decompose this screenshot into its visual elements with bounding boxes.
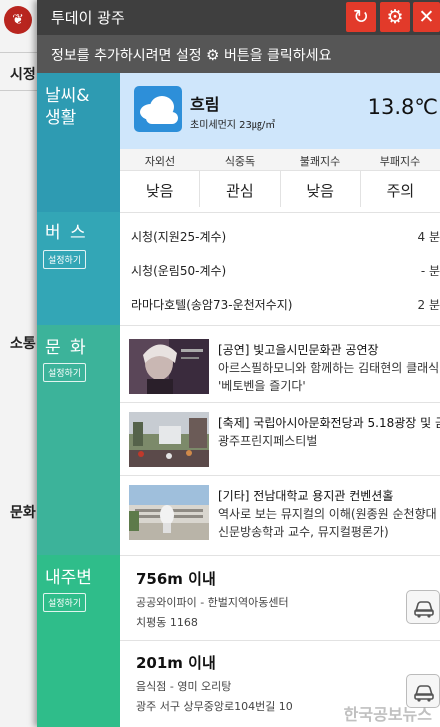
index-value: 주의 [386,182,415,200]
bg-menu-label: 시정 [10,67,36,83]
notice-text-suffix: 버튼을 클릭하세요 [223,48,332,64]
nearby-address: 치평동 1168 [136,616,198,629]
index-label: 식중독 [224,155,256,168]
culture-thumbnail [129,412,209,467]
nearby-address: 광주 서구 상무중앙로104번길 10 [136,700,293,713]
index-value: 관심 [200,171,281,207]
category-title: 날씨& 생활 [45,86,90,128]
bus-arrival-time: 2 분 [417,298,440,312]
notice-text-prefix: 정보를 추가하시려면 설정 [51,48,202,64]
bus-arrival-time: 4 분 [417,230,440,244]
index-label: 자외선 [144,155,176,168]
culture-text: [축제] 국립아시아문화전당과 5.18광장 및 금 광주프린지페스티벌 [218,414,440,450]
index-label: 불쾌지수 [299,155,341,168]
temperature: 13.8℃ [367,95,438,119]
divider [0,52,40,53]
nearby-place: 음식점 - 영미 오리탕 [136,680,232,693]
culture-desc: 역사로 보는 뮤지컬의 이해(원종원 순천향대 [218,507,437,521]
bus-section: 시청(지원25-계수) 4 분 시청(운림50-계수) - 분 라마다호텔(송암… [120,212,440,325]
culture-title: 전남대학교 용지관 컨벤션홀 [253,489,394,503]
divider [120,402,440,403]
culture-thumbnail [129,485,209,540]
app-logo-icon: ❦ [4,6,32,34]
culture-desc: 아르스필하모니와 함께하는 김태현의 클래식여행 [218,361,440,375]
close-button[interactable]: ✕ [413,2,440,32]
category-title: 내주변 [45,568,92,588]
category-bus: 버 스 설정하기 [37,212,120,325]
title-bar: 투데이 광주 ↻ ⚙ ✕ [37,0,440,35]
category-title: 버 스 [45,223,88,243]
culture-title: 국립아시아문화전당과 5.18광장 및 금 [253,416,440,430]
culture-tag: [공연] [218,343,250,357]
culture-section: [공연] 빛고을시민문화관 공연장 아르스필하모니와 함께하는 김태현의 클래식… [120,325,440,555]
bus-arrival-time: - 분 [420,264,440,278]
nearby-distance: 756m 이내 [136,570,216,588]
culture-desc: '베토벤을 즐기다' [218,379,306,393]
category-culture: 문 화 설정하기 [37,325,120,555]
culture-thumbnail [129,339,209,394]
bg-menu-label: 소통 [10,336,36,352]
fine-dust-value: 초미세먼지 23㎍/㎥ [190,120,276,131]
life-index-values: 낮음 관심 낮음 주의 [120,171,440,207]
life-index-header: 자외선 식중독 불쾌지수 부패지수 [120,149,440,171]
category-title: 문 화 [45,338,88,358]
refresh-button[interactable]: ↻ [346,2,376,32]
nearby-distance: 201m 이내 [136,654,216,672]
weather-summary: 흐림 초미세먼지 23㎍/㎥ 13.8℃ [120,73,440,149]
bus-route-row[interactable]: 시청(지원25-계수) 4 분 [120,219,440,253]
weather-section: 흐림 초미세먼지 23㎍/㎥ 13.8℃ 자외선 식중독 불쾌지수 부패지수 낮… [120,73,440,212]
culture-settings-button[interactable]: 설정하기 [43,363,87,382]
divider [120,475,440,476]
culture-item[interactable]: [공연] 빛고을시민문화관 공연장 아르스필하모니와 함께하는 김태현의 클래식… [120,339,440,409]
culture-item[interactable]: [기타] 전남대학교 용지관 컨벤션홀 역사로 보는 뮤지컬의 이해(원종원 순… [120,485,440,555]
cloudy-weather-icon [134,86,182,132]
index-value: 낮음 [120,171,201,207]
watermark: 한국공보뉴스 [343,705,432,724]
category-nearby: 내주변 설정하기 [37,555,120,727]
gear-icon: ⚙ [386,6,404,28]
today-gwangju-panel: 투데이 광주 ↻ ⚙ ✕ 정보를 추가하시려면 설정 ⚙ 버튼을 클릭하세요 날… [37,0,440,727]
divider [120,640,440,641]
bus-route-row[interactable]: 시청(운림50-계수) - 분 [120,253,440,287]
culture-tag: [기타] [218,489,250,503]
bg-menu-label: 문화 [10,505,36,521]
weather-condition: 흐림 [190,95,220,114]
divider [0,90,40,91]
gear-icon: ⚙ [206,46,220,64]
panel-title: 투데이 광주 [51,9,125,27]
settings-button[interactable]: ⚙ [380,2,410,32]
culture-text: [기타] 전남대학교 용지관 컨벤션홀 역사로 보는 뮤지컬의 이해(원종원 순… [218,487,440,541]
index-value: 낮음 [281,171,361,207]
car-icon [414,601,434,618]
bus-stop-name: 시청(운림50-계수) [131,264,227,278]
culture-tag: [축제] [218,416,250,430]
nearby-item[interactable]: 756m 이내 공공와이파이 - 한벌지역아동센터 치평동 1168 [120,568,440,658]
nearby-place: 공공와이파이 - 한벌지역아동센터 [136,596,289,609]
background-app: ❦ 시정 소통 문화 [0,0,40,727]
culture-desc: 신문방송학과 교수, 뮤지컬평론가) [218,525,389,539]
category-weather: 날씨& 생활 [37,73,120,212]
bus-stop-name: 라마다호텔(송암73-운천저수지) [131,298,293,312]
directions-button[interactable] [406,590,440,624]
nearby-section: 756m 이내 공공와이파이 - 한벌지역아동센터 치평동 1168 201m … [120,555,440,727]
refresh-icon: ↻ [353,6,369,28]
settings-notice: 정보를 추가하시려면 설정 ⚙ 버튼을 클릭하세요 [37,35,440,73]
close-icon: ✕ [418,6,435,28]
nearby-settings-button[interactable]: 설정하기 [43,593,87,612]
index-label: 부패지수 [379,155,421,168]
culture-text: [공연] 빛고을시민문화관 공연장 아르스필하모니와 함께하는 김태현의 클래식… [218,341,440,395]
culture-desc: 광주프린지페스티벌 [218,434,318,448]
bus-route-row[interactable]: 라마다호텔(송암73-운천저수지) 2 분 [120,287,440,321]
bus-settings-button[interactable]: 설정하기 [43,250,87,269]
culture-item[interactable]: [축제] 국립아시아문화전당과 5.18광장 및 금 광주프린지페스티벌 [120,412,440,482]
culture-title: 빛고을시민문화관 공연장 [253,343,379,357]
bus-stop-name: 시청(지원25-계수) [131,230,227,244]
